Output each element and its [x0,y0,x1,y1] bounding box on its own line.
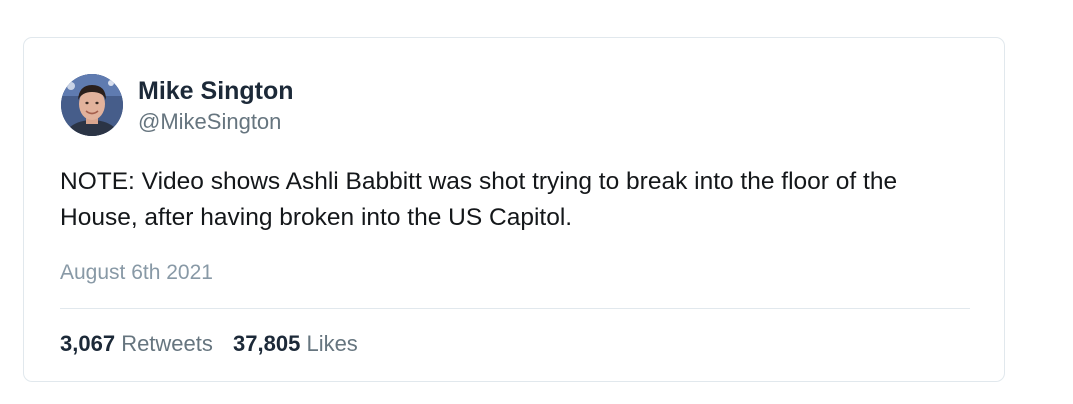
likes-stat[interactable]: 37,805 Likes [233,330,358,358]
likes-label: Likes [306,331,358,356]
author-handle[interactable]: @MikeSington [138,109,281,135]
tweet-date[interactable]: August 6th 2021 [60,260,213,286]
likes-count: 37,805 [233,331,301,356]
retweets-count: 3,067 [60,331,116,356]
tweet-stats: 3,067 Retweets 37,805 Likes [60,330,358,358]
retweets-stat[interactable]: 3,067 Retweets [60,330,213,358]
tweet-text: NOTE: Video shows Ashli Babbitt was shot… [60,168,898,231]
user-avatar-icon [61,74,123,136]
divider [60,308,970,309]
avatar[interactable] [61,74,123,136]
retweets-label: Retweets [121,331,213,356]
author-display-name[interactable]: Mike Sington [138,76,294,106]
tweet-card[interactable]: Mike Sington @MikeSington NOTE: Video sh… [23,37,1005,382]
